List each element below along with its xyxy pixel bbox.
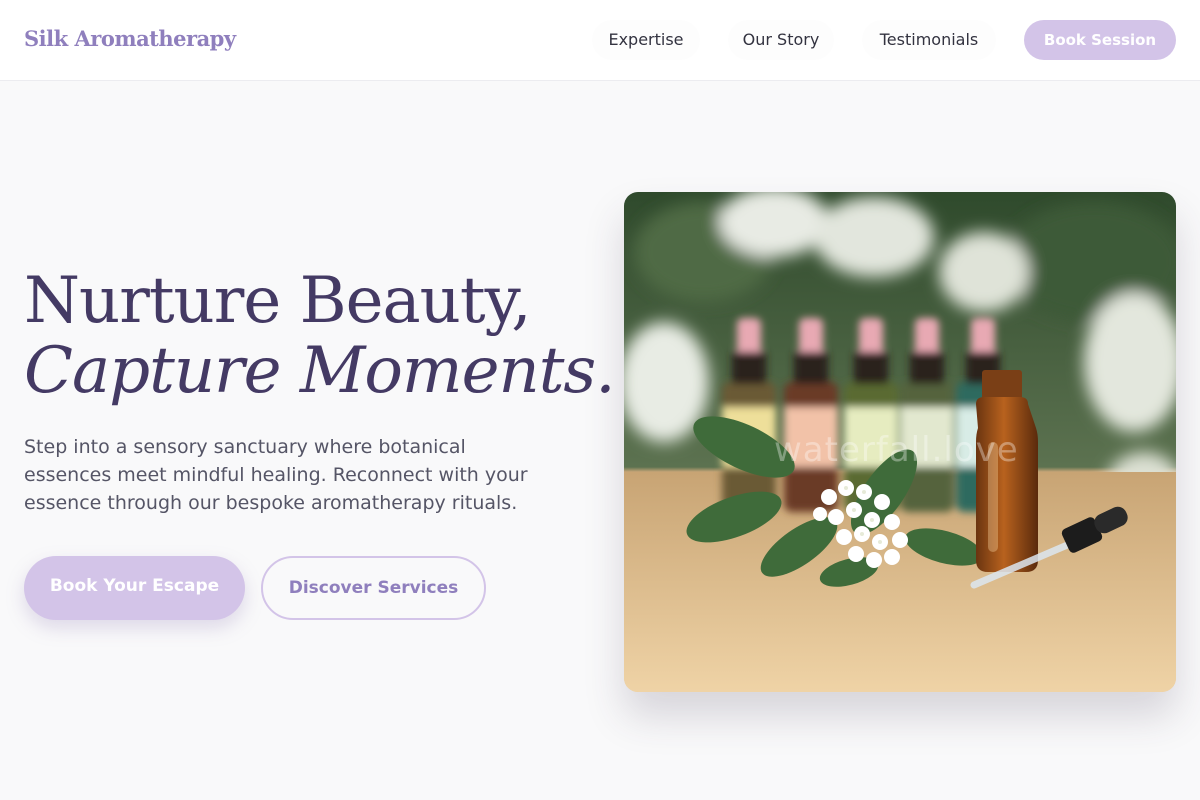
- brand-logo[interactable]: Silk Aromatherapy: [24, 26, 236, 51]
- hero-title: Nurture Beauty, Capture Moments.: [24, 264, 616, 408]
- nav-link-expertise[interactable]: Expertise: [592, 20, 700, 60]
- book-session-button[interactable]: Book Session: [1024, 20, 1176, 60]
- hero-image: waterfall.love: [624, 192, 1176, 692]
- nav-link-our-story[interactable]: Our Story: [728, 20, 834, 60]
- discover-services-button[interactable]: Discover Services: [261, 556, 486, 620]
- site-header: Silk Aromatherapy Expertise Our Story Te…: [0, 0, 1200, 81]
- hero-title-line-1: Nurture Beauty,: [24, 264, 532, 338]
- book-your-escape-button[interactable]: Book Your Escape: [24, 556, 245, 620]
- hero-title-line-2: Capture Moments.: [24, 334, 616, 408]
- nav-link-testimonials[interactable]: Testimonials: [862, 20, 996, 60]
- hero-description: Step into a sensory sanctuary where bota…: [24, 436, 528, 514]
- image-watermark: waterfall.love: [774, 430, 1019, 470]
